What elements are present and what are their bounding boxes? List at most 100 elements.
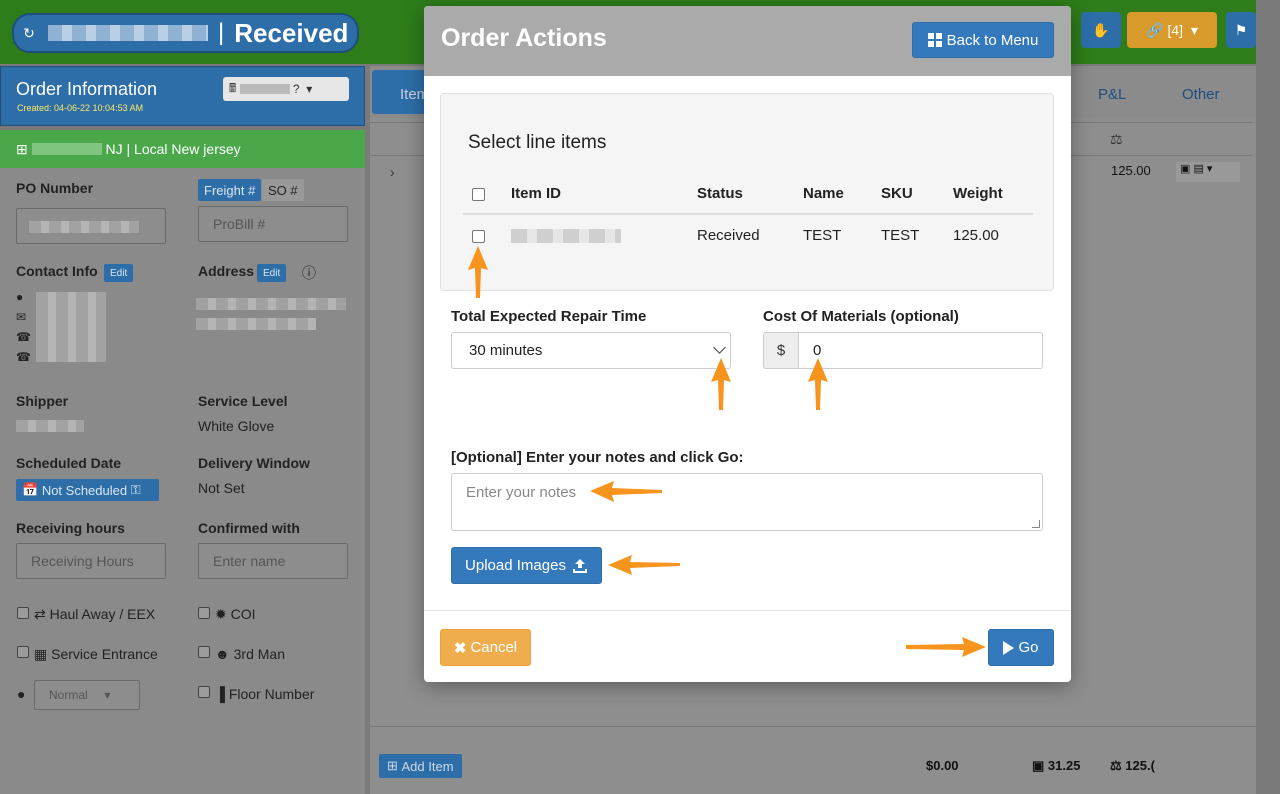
tab-pl[interactable]: P&L	[1098, 86, 1126, 103]
created-timestamp: Created: 04-06-22 10:04:53 AM	[17, 103, 144, 113]
third-man-checkbox[interactable]	[198, 646, 210, 658]
expand-row-icon[interactable]: ›	[390, 164, 395, 180]
shipper-label: Shipper	[16, 393, 69, 409]
scheduled-value: Not Scheduled	[41, 482, 128, 498]
probill-input[interactable]: ProBill #	[198, 206, 348, 242]
weight-icon: ⚖	[1110, 131, 1123, 147]
envelope-icon: ✉	[16, 310, 27, 324]
calculator-dropdown[interactable]: 🖩 ? ▾	[223, 77, 349, 101]
repair-time-select[interactable]: 30 minutes	[451, 332, 731, 369]
column-weight: Weight	[953, 174, 1033, 215]
flag-icon: ⚑	[1234, 21, 1248, 38]
table-header-row: Item ID Status Name SKU Weight	[463, 174, 1033, 215]
items-footer: ⊞ Add Item $0.00 ▣ 31.25 ⚖ 125.(	[370, 726, 1256, 794]
total-cubes: ▣ 31.25	[1032, 758, 1081, 773]
currency-addon: $	[763, 332, 799, 369]
priority-select[interactable]: Normal ▾	[34, 680, 140, 710]
contact-label: Contact Info	[16, 263, 98, 279]
tab-items[interactable]: Item	[372, 70, 432, 114]
info-icon: ⓘ	[302, 265, 316, 281]
cost-input[interactable]: 0	[798, 332, 1043, 369]
notes-placeholder: Enter your notes	[466, 484, 577, 501]
go-label: Go	[1018, 639, 1039, 656]
row-actions[interactable]: ▣ ▤ ▾	[1176, 162, 1240, 182]
column-status: Status	[697, 174, 803, 215]
plus-icon: ⊞	[16, 140, 28, 157]
link-icon: 🔗	[1146, 21, 1164, 38]
item-id-redacted	[511, 229, 621, 244]
column-name: Name	[803, 174, 881, 215]
cost-label: Cost Of Materials (optional)	[763, 308, 959, 325]
select-all-cell	[463, 174, 511, 215]
table-row[interactable]: Received TEST TEST 125.00	[463, 214, 1033, 256]
notes-textarea[interactable]: Enter your notes	[451, 473, 1043, 531]
haul-away-checkbox[interactable]	[17, 607, 29, 619]
hand-button[interactable]: ✋	[1081, 12, 1121, 48]
freight-tab[interactable]: Freight #	[198, 179, 262, 201]
phone-icon: ☎	[16, 330, 31, 344]
address-label: Address	[198, 263, 255, 279]
help-icon: ?	[292, 82, 300, 96]
cancel-label: Cancel	[470, 639, 518, 656]
repair-time-label: Total Expected Repair Time	[451, 308, 647, 325]
resize-grip-icon[interactable]	[1032, 520, 1040, 528]
go-button[interactable]: Go	[988, 629, 1054, 666]
separator: |	[218, 19, 225, 46]
order-status-pill[interactable]: ↻ | Received	[12, 13, 359, 53]
service-level-label: Service Level	[198, 393, 288, 409]
modal-header: Order Actions Back to Menu	[424, 6, 1071, 76]
calculator-icon: 🖩	[229, 80, 237, 95]
cancel-button[interactable]: ✖ Cancel	[440, 629, 531, 666]
address-edit-button[interactable]: Edit	[257, 264, 287, 282]
receiving-label: Receiving hours	[16, 520, 125, 536]
confirmed-input[interactable]: Enter name	[198, 543, 348, 579]
scheduled-date-button[interactable]: 📅 Not Scheduled ⚿	[16, 479, 159, 501]
order-info-header: Order Information Created: 04-06-22 10:0…	[0, 66, 365, 126]
order-actions-modal: Order Actions Back to Menu Select line i…	[424, 6, 1071, 682]
upload-images-button[interactable]: Upload Images	[451, 547, 602, 584]
close-icon: ✖	[453, 639, 467, 657]
coi-checkbox[interactable]	[198, 607, 210, 619]
so-tab[interactable]: SO #	[262, 179, 304, 201]
repair-time-value: 30 minutes	[469, 342, 543, 359]
notes-label: [Optional] Enter your notes and click Go…	[451, 449, 744, 466]
item-id-cell	[511, 214, 697, 256]
receiving-input[interactable]: Receiving Hours	[16, 543, 166, 579]
priority-info-icon: ●	[17, 686, 26, 702]
tab-other[interactable]: Other	[1182, 86, 1220, 103]
play-icon	[1003, 640, 1015, 655]
third-man-label: ☻ 3rd Man	[215, 646, 285, 662]
line-items-panel: Select line items Item ID Status Name SK…	[440, 93, 1054, 291]
back-to-menu-button[interactable]: Back to Menu	[912, 22, 1054, 58]
upload-images-label: Upload Images	[465, 557, 566, 574]
modal-footer: ✖ Cancel Go	[424, 610, 1071, 682]
floor-number-checkbox[interactable]	[198, 686, 210, 698]
service-entrance-checkbox[interactable]	[17, 646, 29, 658]
row-select-cell	[463, 214, 511, 256]
location-bar[interactable]: ⊞ NJ | Local New jersey	[0, 130, 365, 168]
select-all-checkbox[interactable]	[472, 187, 485, 201]
add-item-button[interactable]: ⊞ Add Item	[379, 754, 462, 778]
po-label: PO Number	[16, 180, 94, 196]
haul-away-label: ⇄ Haul Away / EEX	[34, 606, 156, 622]
delivery-window-label: Delivery Window	[198, 455, 310, 471]
po-input[interactable]	[16, 208, 166, 244]
links-dropdown[interactable]: 🔗 [4] ▾	[1127, 12, 1217, 48]
key-icon: ⚿	[130, 482, 141, 497]
row-checkbox[interactable]	[472, 229, 485, 243]
total-weight: ⚖ 125.(	[1110, 758, 1155, 773]
contact-edit-button[interactable]: Edit	[104, 264, 134, 282]
flag-button[interactable]: ⚑	[1226, 12, 1256, 48]
row-weight: 125.00	[1111, 163, 1151, 178]
confirmed-label: Confirmed with	[198, 520, 300, 536]
chevron-down-icon	[713, 341, 726, 354]
order-info-title: Order Information	[16, 79, 158, 99]
floor-number-label: ▐ Floor Number	[215, 686, 315, 702]
name-cell: TEST	[803, 227, 842, 244]
calendar-icon: 📅	[22, 482, 39, 497]
modal-title: Order Actions	[441, 24, 607, 52]
refresh-icon[interactable]: ↻	[14, 25, 44, 42]
status-cell: Received	[697, 227, 760, 244]
upload-icon	[572, 558, 587, 573]
column-sku: SKU	[881, 174, 953, 215]
